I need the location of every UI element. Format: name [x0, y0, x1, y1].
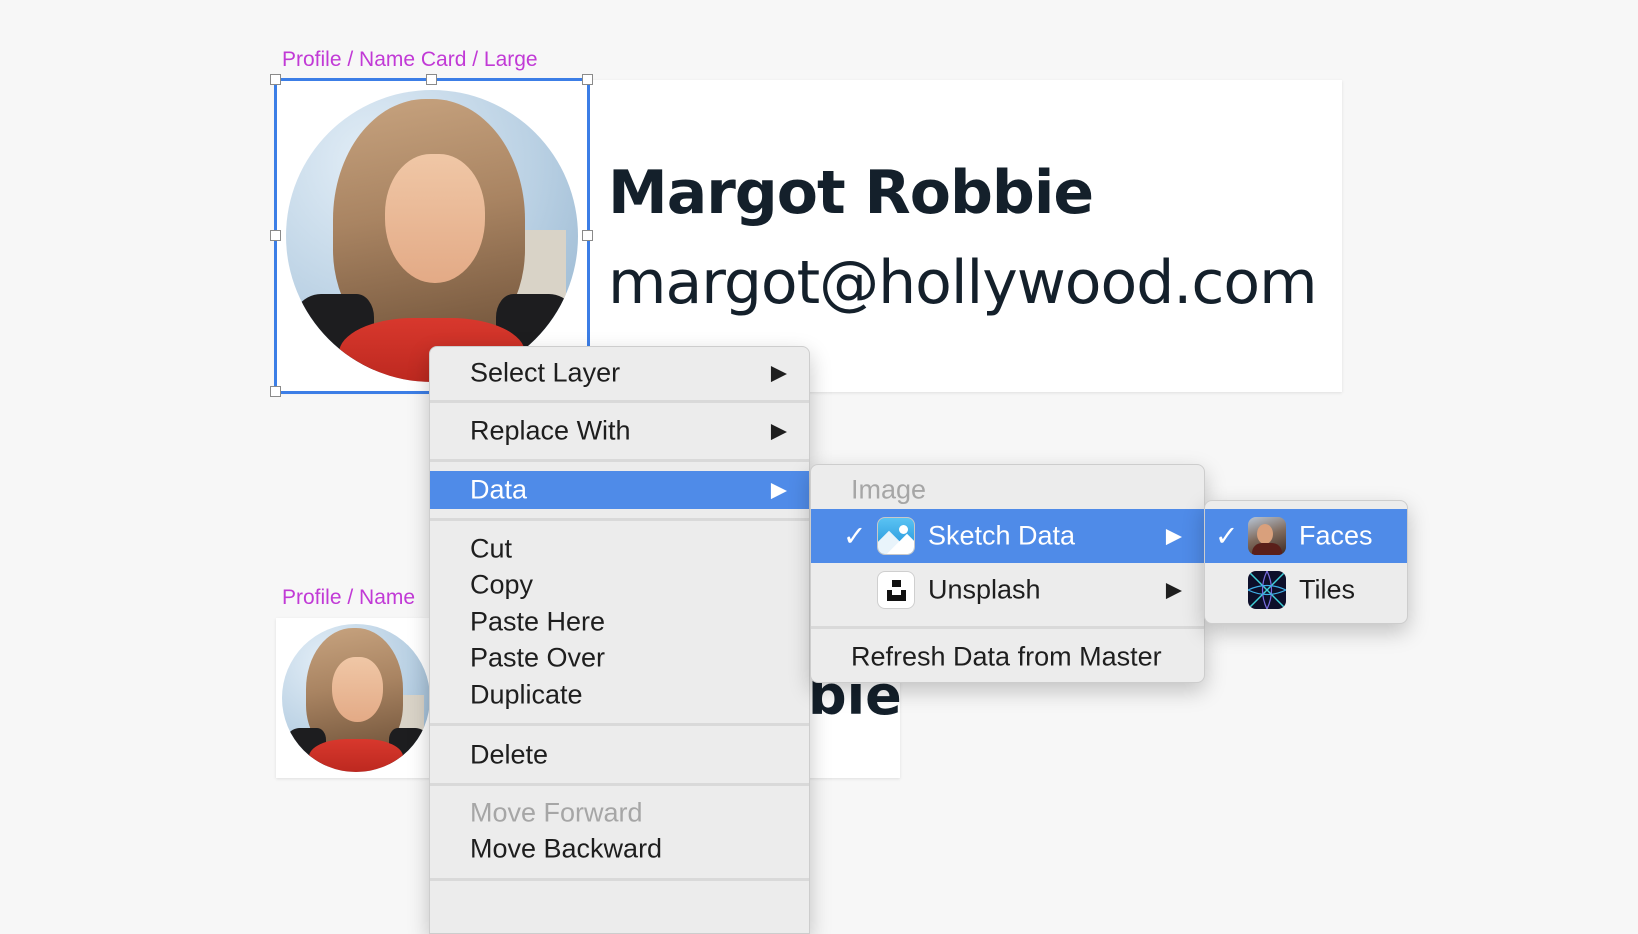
- sketch-data-submenu: ✓ Faces Tiles: [1204, 500, 1408, 624]
- submenu-arrow-icon: ▶: [770, 419, 787, 443]
- menu-separator: [430, 459, 809, 462]
- card-name: Margot Robbie: [608, 158, 1094, 228]
- data-submenu: Image ✓ Sketch Data ▶ Unsplash ▶ Refresh…: [810, 464, 1205, 683]
- tiles-icon: [1248, 571, 1286, 609]
- submenu-arrow-icon: ▶: [1165, 578, 1182, 602]
- menu-item-unsplash[interactable]: Unsplash ▶: [811, 563, 1204, 617]
- context-menu: Select Layer ▶ Replace With ▶ Data ▶ Cut…: [429, 346, 810, 934]
- menu-separator: [430, 783, 809, 786]
- menu-item-move-backward[interactable]: Move Backward: [430, 831, 809, 867]
- faces-icon: [1248, 517, 1286, 555]
- menu-item-paste-here[interactable]: Paste Here: [430, 604, 809, 640]
- card-email: margot@hollywood.com: [608, 248, 1318, 318]
- menu-item-select-layer[interactable]: Select Layer ▶: [430, 353, 809, 393]
- resize-handle-tr[interactable]: [582, 74, 593, 85]
- menu-separator: [430, 878, 809, 881]
- submenu-arrow-icon: ▶: [770, 361, 787, 385]
- menu-item-refresh-data[interactable]: Refresh Data from Master: [811, 637, 1204, 677]
- resize-handle-tm[interactable]: [426, 74, 437, 85]
- resize-handle-bl[interactable]: [270, 386, 281, 397]
- resize-handle-ml[interactable]: [270, 230, 281, 241]
- submenu-header-image: Image: [851, 474, 927, 505]
- menu-item-paste-over[interactable]: Paste Over: [430, 640, 809, 676]
- menu-separator: [430, 518, 809, 521]
- unsplash-icon: [877, 571, 915, 609]
- resize-handle-mr[interactable]: [582, 230, 593, 241]
- profile-photo-small[interactable]: [282, 624, 430, 772]
- menu-separator: [430, 723, 809, 726]
- menu-item-faces[interactable]: ✓ Faces: [1205, 509, 1407, 563]
- menu-item-move-forward: Move Forward: [470, 797, 643, 828]
- artboard-label-large[interactable]: Profile / Name Card / Large: [282, 48, 538, 72]
- menu-item-sketch-data[interactable]: ✓ Sketch Data ▶: [811, 509, 1204, 563]
- menu-item-tiles[interactable]: Tiles: [1205, 563, 1407, 617]
- artboard-label-small[interactable]: Profile / Name: [282, 586, 415, 610]
- submenu-arrow-icon: ▶: [770, 478, 787, 502]
- menu-item-duplicate[interactable]: Duplicate: [430, 677, 809, 713]
- menu-item-data[interactable]: Data ▶: [430, 471, 809, 509]
- resize-handle-tl[interactable]: [270, 74, 281, 85]
- submenu-arrow-icon: ▶: [1165, 524, 1182, 548]
- menu-separator: [811, 626, 1204, 629]
- menu-item-delete[interactable]: Delete: [430, 735, 809, 775]
- checkmark-icon: ✓: [843, 520, 867, 552]
- menu-item-replace-with[interactable]: Replace With ▶: [430, 411, 809, 451]
- menu-separator: [430, 400, 809, 403]
- sketch-data-icon: [877, 517, 915, 555]
- menu-item-copy[interactable]: Copy: [430, 567, 809, 603]
- checkmark-icon: ✓: [1215, 520, 1239, 552]
- menu-item-cut[interactable]: Cut: [430, 531, 809, 567]
